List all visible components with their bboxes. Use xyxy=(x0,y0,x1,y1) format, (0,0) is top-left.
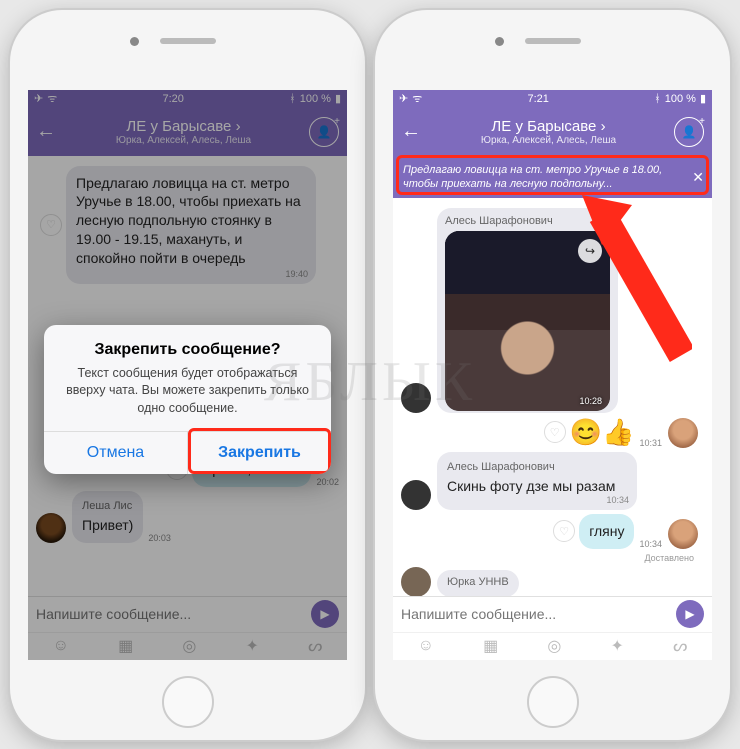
message-text: гляну xyxy=(589,523,624,539)
phone-earpiece xyxy=(160,38,216,44)
pinned-text: Предлагаю ловицца на ст. метро Уручье в … xyxy=(403,164,662,190)
forward-icon[interactable]: ↪ xyxy=(578,239,602,263)
sticker-icon[interactable]: 😊👍 xyxy=(570,417,635,448)
message-time: 10:28 xyxy=(579,395,602,407)
phone-right: ✈ ᯤ 7:21 ᚼ 100 % ▮ ← ЛЕ у Барысаве › Юрк… xyxy=(375,10,730,740)
like-icon[interactable]: ♡ xyxy=(40,214,62,236)
battery-label: 100 % xyxy=(300,93,331,105)
message-bubble[interactable]: Алесь Шарафонович ↪ 10:28 xyxy=(437,208,618,413)
message-text: Скинь фоту дзе мы разам xyxy=(447,478,615,494)
message-time: 20:03 xyxy=(148,533,171,543)
sticker-icon[interactable]: ☺ xyxy=(418,637,434,655)
like-icon[interactable]: ♡ xyxy=(544,421,566,443)
close-icon[interactable]: ✕ xyxy=(692,168,704,186)
sender-name: Алесь Шарафонович xyxy=(447,460,627,475)
bluetooth-icon: ᚼ xyxy=(289,93,296,105)
message-bubble[interactable]: Юрка УННВ xyxy=(437,570,519,597)
chat-header: ← ЛЕ у Барысаве › Юрка, Алексей, Алесь, … xyxy=(28,108,347,156)
avatar[interactable] xyxy=(401,383,431,413)
gif-icon[interactable]: ✦ xyxy=(611,636,624,656)
chat-subtitle: Юрка, Алексей, Алесь, Леша xyxy=(58,135,309,146)
message-bubble[interactable]: Предлагаю ловицца на ст. метро Уручье в … xyxy=(66,166,316,284)
message-time: 10:34 xyxy=(606,494,629,506)
avatar[interactable] xyxy=(401,480,431,510)
battery-icon: ▮ xyxy=(700,92,706,105)
message-input[interactable] xyxy=(401,606,676,622)
more-icon[interactable]: ᔕ xyxy=(673,636,687,656)
send-button[interactable]: ▶ xyxy=(676,600,704,628)
avatar[interactable] xyxy=(668,418,698,448)
gallery-icon[interactable]: ▦ xyxy=(483,636,498,656)
home-button[interactable] xyxy=(527,676,579,728)
status-time: 7:21 xyxy=(527,93,548,105)
input-bar: ▶ xyxy=(393,596,712,632)
delivered-label: Доставлено xyxy=(401,553,694,563)
battery-label: 100 % xyxy=(665,93,696,105)
camera-icon[interactable]: ◎ xyxy=(182,636,196,656)
sender-name: Леша Лис xyxy=(82,499,133,514)
message-time: 10:31 xyxy=(639,438,662,448)
screen-right: ✈ ᯤ 7:21 ᚼ 100 % ▮ ← ЛЕ у Барысаве › Юрк… xyxy=(393,90,712,660)
send-button[interactable]: ▶ xyxy=(311,600,339,628)
wifi-icon: ᯤ xyxy=(412,91,422,106)
pin-alert: Закрепить сообщение? Текст сообщения буд… xyxy=(44,325,331,475)
message-bubble[interactable]: гляну xyxy=(579,514,634,549)
status-time: 7:20 xyxy=(162,93,183,105)
message-text: Привет) xyxy=(82,517,133,533)
camera-icon[interactable]: ◎ xyxy=(547,636,561,656)
wifi-icon: ᯤ xyxy=(47,91,57,106)
attachment-row: ☺ ▦ ◎ ✦ ᔕ xyxy=(28,632,347,660)
avatar[interactable] xyxy=(668,519,698,549)
message-time: 10:34 xyxy=(639,539,662,549)
cancel-button[interactable]: Отмена xyxy=(44,432,187,474)
back-button[interactable]: ← xyxy=(401,120,423,143)
battery-icon: ▮ xyxy=(335,92,341,105)
gallery-icon[interactable]: ▦ xyxy=(118,636,133,656)
confirm-button[interactable]: Закрепить xyxy=(187,432,331,474)
status-bar: ✈ ᯤ 7:20 ᚼ 100 % ▮ xyxy=(28,90,347,108)
input-bar: ▶ xyxy=(28,596,347,632)
message-time: 19:40 xyxy=(285,268,308,280)
chat-title[interactable]: ЛЕ у Барысаве › xyxy=(423,118,674,135)
sticker-icon[interactable]: ☺ xyxy=(53,637,69,655)
sender-name: Юрка УННВ xyxy=(447,575,509,590)
phone-earpiece xyxy=(525,38,581,44)
photo-attachment[interactable]: ↪ 10:28 xyxy=(445,231,610,411)
message-bubble[interactable]: Алесь Шарафонович Скинь фоту дзе мы раза… xyxy=(437,452,637,510)
screen-left: ✈ ᯤ 7:20 ᚼ 100 % ▮ ← ЛЕ у Барысаве › Юрк… xyxy=(28,90,347,660)
phone-camera xyxy=(130,37,139,46)
gif-icon[interactable]: ✦ xyxy=(246,636,259,656)
airplane-icon: ✈ xyxy=(399,92,408,105)
back-button[interactable]: ← xyxy=(36,120,58,143)
message-input[interactable] xyxy=(36,606,311,622)
message-bubble[interactable]: Леша Лис Привет) xyxy=(72,491,143,543)
chat-header: ← ЛЕ у Барысаве › Юрка, Алексей, Алесь, … xyxy=(393,108,712,156)
chat-subtitle: Юрка, Алексей, Алесь, Леша xyxy=(423,135,674,146)
airplane-icon: ✈ xyxy=(34,92,43,105)
bluetooth-icon: ᚼ xyxy=(654,93,661,105)
add-member-button[interactable] xyxy=(674,117,704,147)
sender-name: Алесь Шарафонович xyxy=(445,214,610,229)
chat-area[interactable]: Алесь Шарафонович ↪ 10:28 ♡ 😊👍 10:31 xyxy=(393,198,712,602)
attachment-row: ☺ ▦ ◎ ✦ ᔕ xyxy=(393,632,712,660)
message-time: 20:02 xyxy=(316,477,339,487)
phone-left: ✈ ᯤ 7:20 ᚼ 100 % ▮ ← ЛЕ у Барысаве › Юрк… xyxy=(10,10,365,740)
alert-title: Закрепить сообщение? xyxy=(58,341,317,359)
phone-camera xyxy=(495,37,504,46)
avatar[interactable] xyxy=(36,513,66,543)
home-button[interactable] xyxy=(162,676,214,728)
more-icon[interactable]: ᔕ xyxy=(308,636,322,656)
pinned-banner[interactable]: Предлагаю ловицца на ст. метро Уручье в … xyxy=(393,156,712,199)
avatar[interactable] xyxy=(401,567,431,597)
add-member-button[interactable] xyxy=(309,117,339,147)
alert-text: Текст сообщения будет отображаться вверх… xyxy=(58,365,317,418)
chat-title[interactable]: ЛЕ у Барысаве › xyxy=(58,118,309,135)
like-icon[interactable]: ♡ xyxy=(553,520,575,542)
status-bar: ✈ ᯤ 7:21 ᚼ 100 % ▮ xyxy=(393,90,712,108)
message-text: Предлагаю ловицца на ст. метро Уручье в … xyxy=(76,175,301,267)
